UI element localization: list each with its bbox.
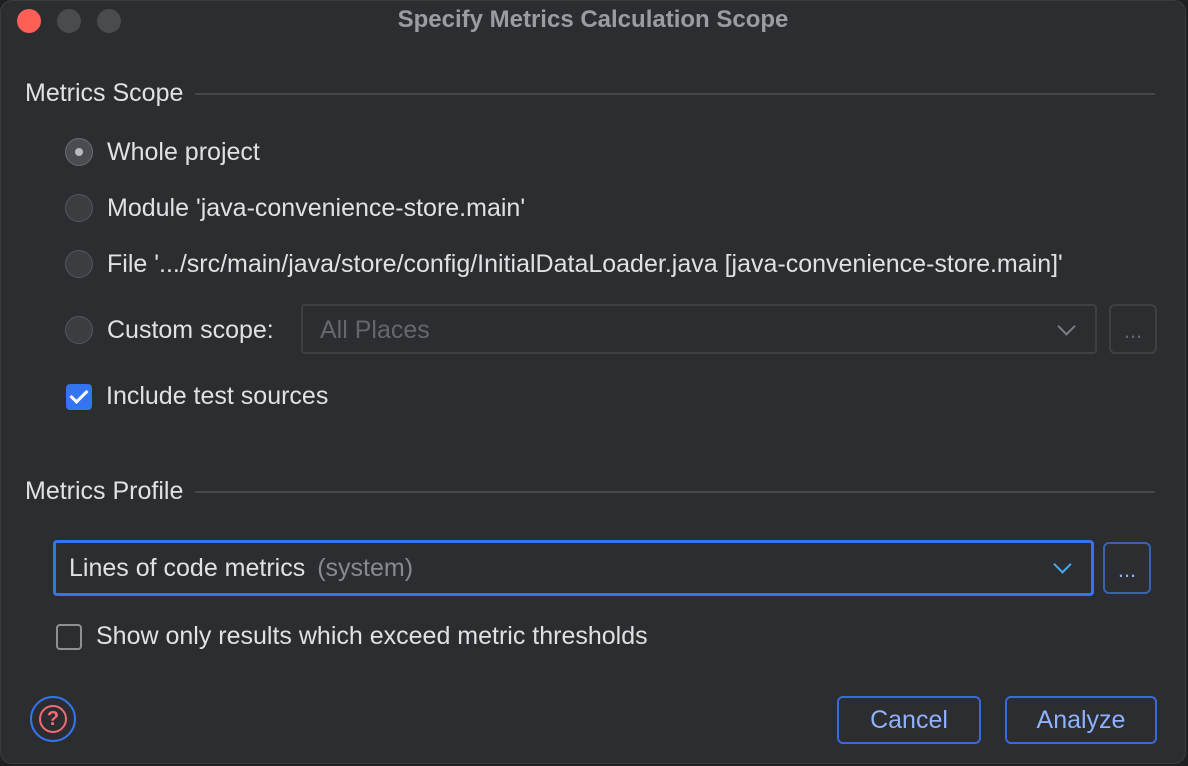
title-bar: Specify Metrics Calculation Scope <box>1 1 1185 41</box>
radio-button-selected[interactable] <box>65 138 93 166</box>
help-icon: ? <box>39 705 67 733</box>
radio-label: File '.../src/main/java/store/config/Ini… <box>107 249 1063 278</box>
metrics-scope-section: Metrics Scope <box>25 79 1155 108</box>
profile-selection: Lines of code metrics (system) <box>69 554 413 583</box>
section-divider <box>195 490 1155 493</box>
include-test-sources-label: Include test sources <box>106 382 329 410</box>
exceed-thresholds-option[interactable]: Show only results which exceed metric th… <box>56 622 648 651</box>
radio-button[interactable] <box>65 250 93 278</box>
dialog-title: Specify Metrics Calculation Scope <box>397 6 789 33</box>
include-test-sources-option[interactable]: Include test sources <box>66 382 328 411</box>
custom-scope-more-button[interactable]: ... <box>1109 304 1157 354</box>
profile-suffix: (system) <box>317 554 414 582</box>
custom-scope-value: All Places <box>320 316 430 344</box>
checkmark-icon <box>69 384 89 404</box>
chevron-down-icon <box>1053 555 1072 574</box>
radio-file[interactable]: File '.../src/main/java/store/config/Ini… <box>65 247 1063 281</box>
radio-button[interactable] <box>65 194 93 222</box>
metrics-scope-header: Metrics Scope <box>25 79 184 107</box>
section-divider <box>195 92 1155 95</box>
exceed-thresholds-checkbox[interactable] <box>56 623 82 650</box>
metrics-profile-dropdown[interactable]: Lines of code metrics (system) <box>53 540 1094 596</box>
radio-button[interactable] <box>65 316 93 344</box>
analyze-button[interactable]: Analyze <box>1005 696 1157 744</box>
radio-label: Custom scope: <box>107 315 274 344</box>
custom-scope-dropdown[interactable]: All Places <box>301 304 1097 354</box>
radio-dot-icon <box>75 148 83 156</box>
include-test-sources-checkbox[interactable] <box>66 383 92 410</box>
exceed-thresholds-label: Show only results which exceed metric th… <box>96 622 648 650</box>
help-button[interactable]: ? <box>30 696 76 742</box>
radio-custom-scope[interactable]: Custom scope: <box>65 313 274 347</box>
cancel-button[interactable]: Cancel <box>837 696 981 744</box>
profile-name: Lines of code metrics <box>69 554 306 582</box>
profile-more-button[interactable]: ... <box>1103 542 1151 594</box>
radio-module[interactable]: Module 'java-convenience-store.main' <box>65 191 525 225</box>
metrics-profile-header: Metrics Profile <box>25 477 184 505</box>
radio-label: Module 'java-convenience-store.main' <box>107 193 526 222</box>
metrics-profile-section: Metrics Profile <box>25 477 1155 506</box>
radio-whole-project[interactable]: Whole project <box>65 135 260 169</box>
chevron-down-icon <box>1057 317 1076 336</box>
radio-label: Whole project <box>107 137 260 166</box>
dialog-window: Specify Metrics Calculation Scope Metric… <box>0 0 1186 764</box>
